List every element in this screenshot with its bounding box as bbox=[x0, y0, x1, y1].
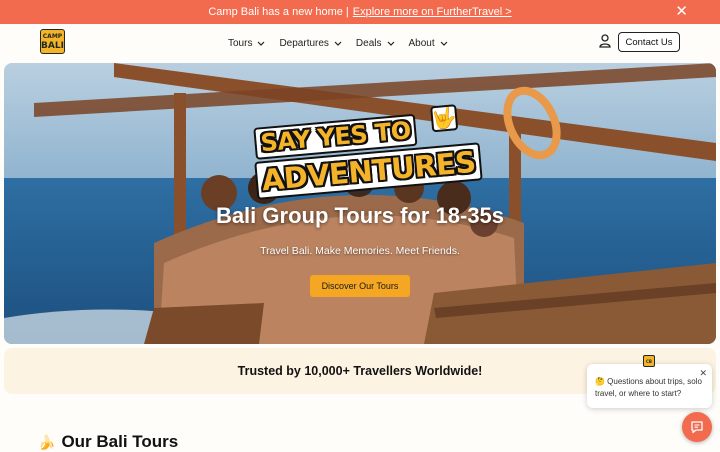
logo-line1: CAMP bbox=[42, 32, 63, 40]
hero-section: SAY YES TO 🤟 ADVENTURES Bali Group Tours… bbox=[4, 63, 716, 344]
logo[interactable]: CAMP BALI bbox=[40, 29, 65, 54]
banana-icon: 🍌 bbox=[38, 433, 56, 450]
chat-message: 🤔 Questions about trips, solo travel, or… bbox=[595, 377, 702, 398]
chevron-down-icon bbox=[440, 41, 448, 46]
chevron-down-icon bbox=[334, 41, 342, 46]
hero-subline: Travel Bali. Make Memories. Meet Friends… bbox=[260, 245, 460, 257]
nav-menu: Tours Departures Deals About bbox=[228, 24, 462, 62]
chevron-down-icon bbox=[387, 41, 394, 46]
chat-bubble-icon bbox=[691, 421, 703, 434]
nav-item-label: Departures bbox=[279, 37, 329, 49]
announcement-text: Camp Bali has a new home | bbox=[208, 6, 349, 18]
contact-button[interactable]: Contact Us bbox=[618, 32, 680, 52]
nav-item-about[interactable]: About bbox=[409, 38, 448, 49]
nav-item-tours[interactable]: Tours bbox=[228, 38, 265, 49]
user-icon[interactable] bbox=[599, 34, 611, 48]
tours-heading: 🍌 Our Bali Tours bbox=[38, 432, 178, 452]
nav-item-label: Deals bbox=[355, 37, 382, 49]
nav-item-label: About bbox=[408, 37, 435, 49]
close-icon[interactable]: ✕ bbox=[699, 367, 707, 379]
hero-badge: SAY YES TO 🤟 ADVENTURES bbox=[253, 104, 484, 200]
discover-tours-button[interactable]: Discover Our Tours bbox=[310, 275, 410, 297]
trust-text: Trusted by 10,000+ Travellers Worldwide! bbox=[237, 364, 483, 378]
nav-item-departures[interactable]: Departures bbox=[279, 37, 342, 49]
rock-hand-icon: 🤟 bbox=[430, 104, 459, 133]
hero-content: SAY YES TO 🤟 ADVENTURES Bali Group Tours… bbox=[4, 63, 716, 344]
announcement-bar: Camp Bali has a new home | Explore more … bbox=[0, 0, 720, 24]
close-icon[interactable]: ✕ bbox=[675, 3, 688, 21]
tours-title: Our Bali Tours bbox=[61, 432, 179, 451]
announcement-link[interactable]: Explore more on FurtherTravel > bbox=[353, 6, 512, 18]
logo-line2: BALI bbox=[41, 40, 64, 51]
hero-headline: Bali Group Tours for 18-35s bbox=[215, 203, 505, 228]
chat-button[interactable] bbox=[682, 412, 712, 442]
chat-avatar: CB bbox=[643, 355, 655, 367]
main-nav: CAMP BALI Tours Departures Deals About C… bbox=[0, 24, 720, 62]
nav-item-label: Tours bbox=[228, 37, 253, 49]
chat-popup[interactable]: ✕ 🤔 Questions about trips, solo travel, … bbox=[587, 364, 712, 408]
chevron-down-icon bbox=[258, 41, 265, 46]
nav-item-deals[interactable]: Deals bbox=[356, 38, 395, 49]
